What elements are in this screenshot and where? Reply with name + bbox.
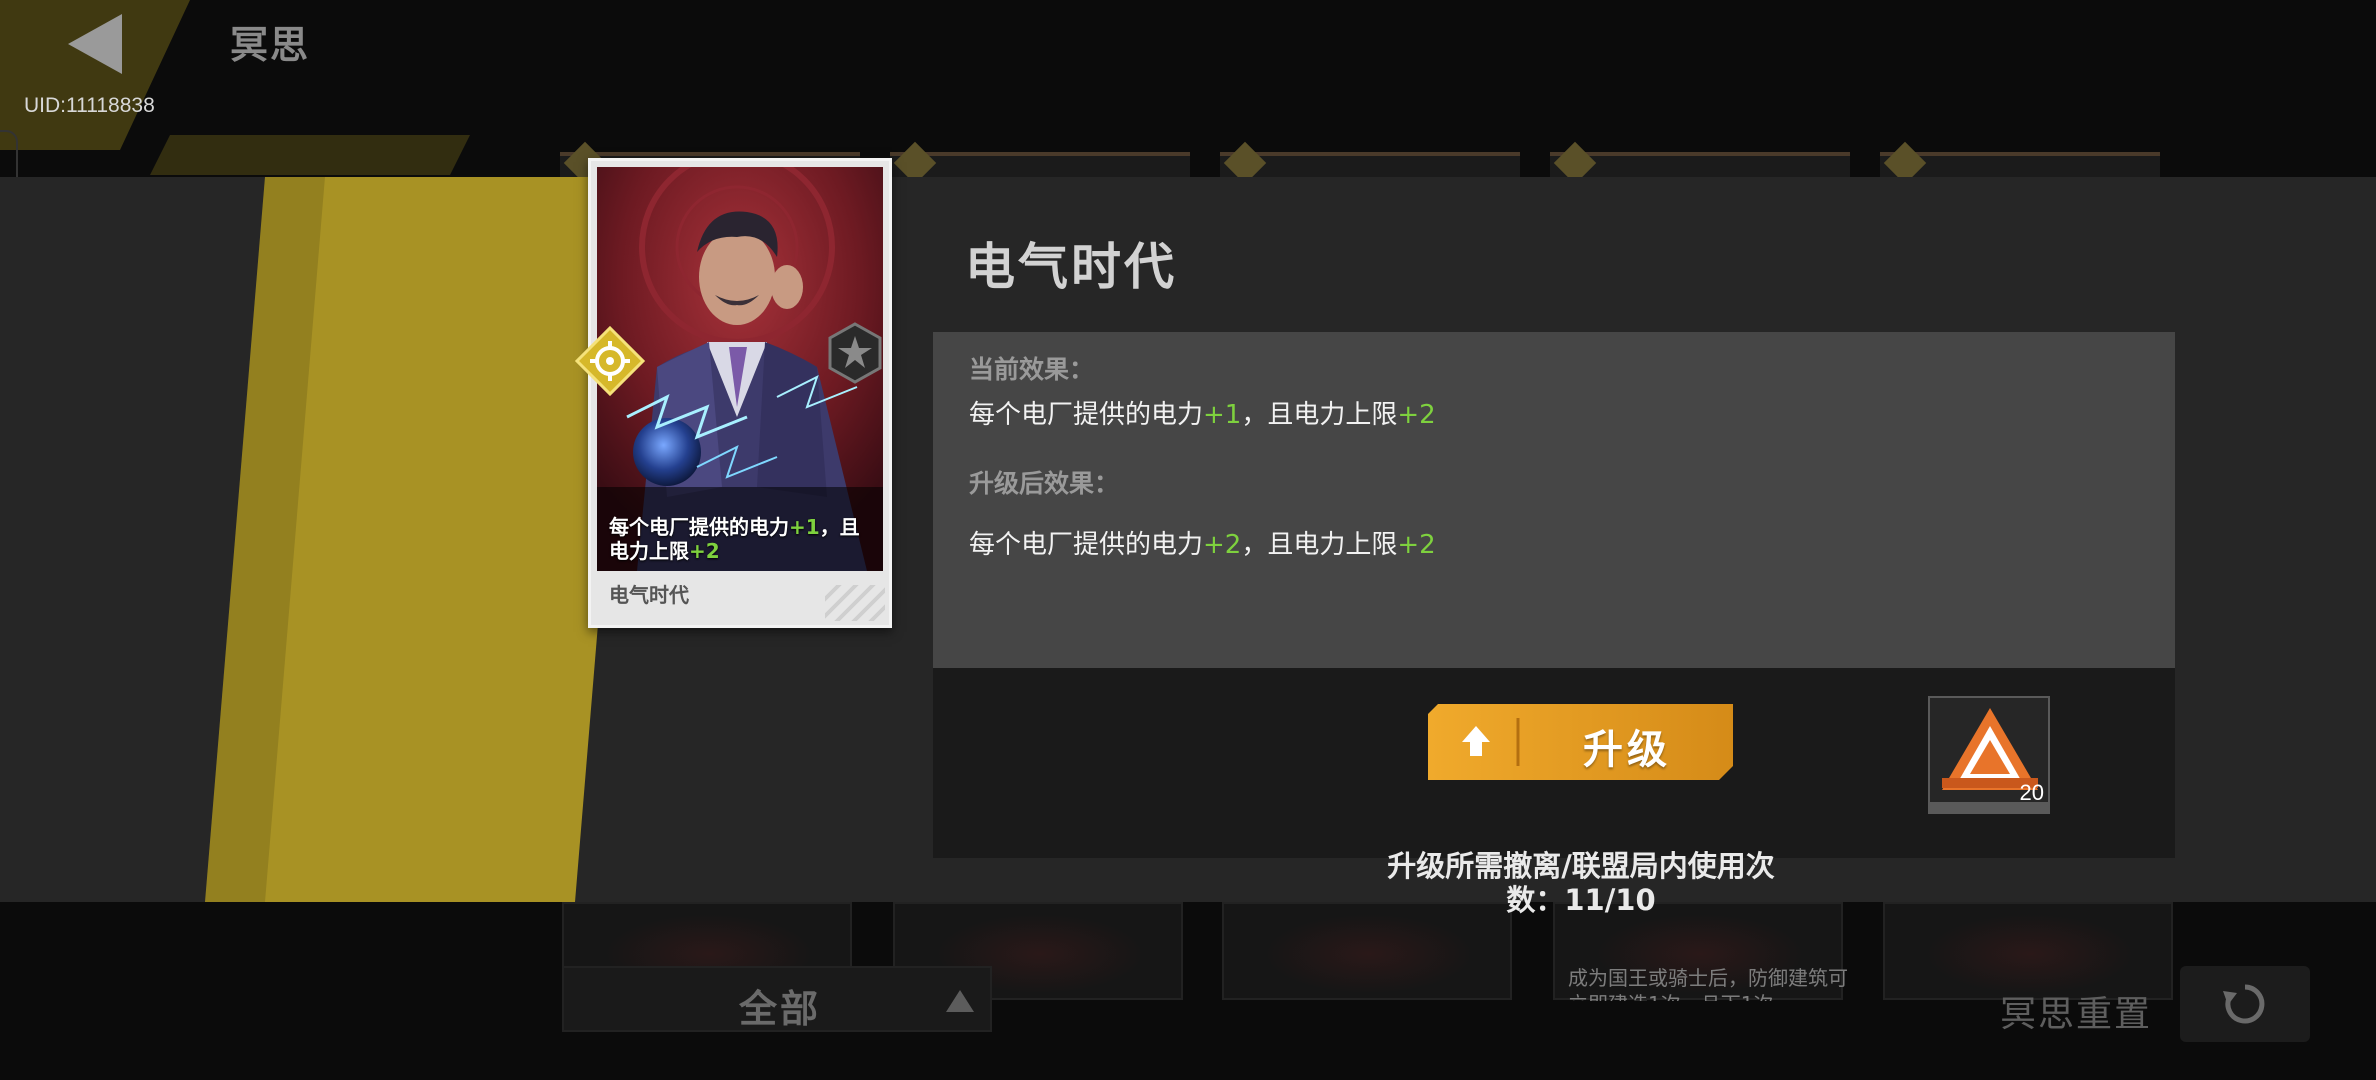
upgraded-effect-heading: 升级后效果： — [969, 469, 1120, 498]
card-name: 电气时代 — [609, 583, 689, 607]
reset-button[interactable] — [2180, 966, 2310, 1042]
bg-card-description: 成为国王或骑士后，防御建筑可立即建造1次，且下1次 — [1568, 966, 1848, 1001]
filter-all-dropdown[interactable]: 全部 — [562, 966, 992, 1032]
detail-title: 电气时代 — [965, 238, 1177, 296]
refresh-icon — [2223, 984, 2265, 1024]
header-stripe-accent — [150, 135, 470, 175]
meditation-screen: 冥思 UID:11118838 成为国王或骑士后，防御建筑可立即建造1次，且下1… — [0, 0, 2376, 1080]
gear-rank-badge-icon — [575, 326, 645, 396]
upgrade-requirement-progress: 数：11/10 — [1506, 883, 1656, 917]
upgraded-effect-text: 每个电厂提供的电力+2，且电力上限+2 — [969, 530, 1436, 560]
filter-label: 全部 — [739, 987, 822, 1031]
current-effect-text: 每个电厂提供的电力+1，且电力上限+2 — [969, 400, 1436, 430]
upgrade-cost-item[interactable]: 20 — [1928, 696, 2050, 814]
page-title: 冥思 — [230, 23, 311, 67]
reset-meditation-label[interactable]: 冥思重置 — [2000, 985, 2152, 1037]
current-effect-heading: 当前效果： — [969, 355, 1095, 384]
caret-up-icon — [946, 990, 974, 1012]
card-hatch-decoration — [825, 585, 885, 621]
effect-panel: 当前效果： 每个电厂提供的电力+1，且电力上限+2 升级后效果： 每个电厂提供的… — [933, 332, 2175, 668]
upgrade-button[interactable]: 升级 — [1428, 704, 1733, 780]
back-arrow-icon — [68, 14, 122, 74]
card-description: 每个电厂提供的电力+1，且电力上限+2 — [609, 515, 860, 563]
upgrade-button-label: 升级 — [1583, 727, 1671, 773]
uid-label: UID:11118838 — [24, 94, 155, 117]
star-rank-icon — [828, 322, 882, 384]
back-button[interactable] — [60, 10, 130, 78]
